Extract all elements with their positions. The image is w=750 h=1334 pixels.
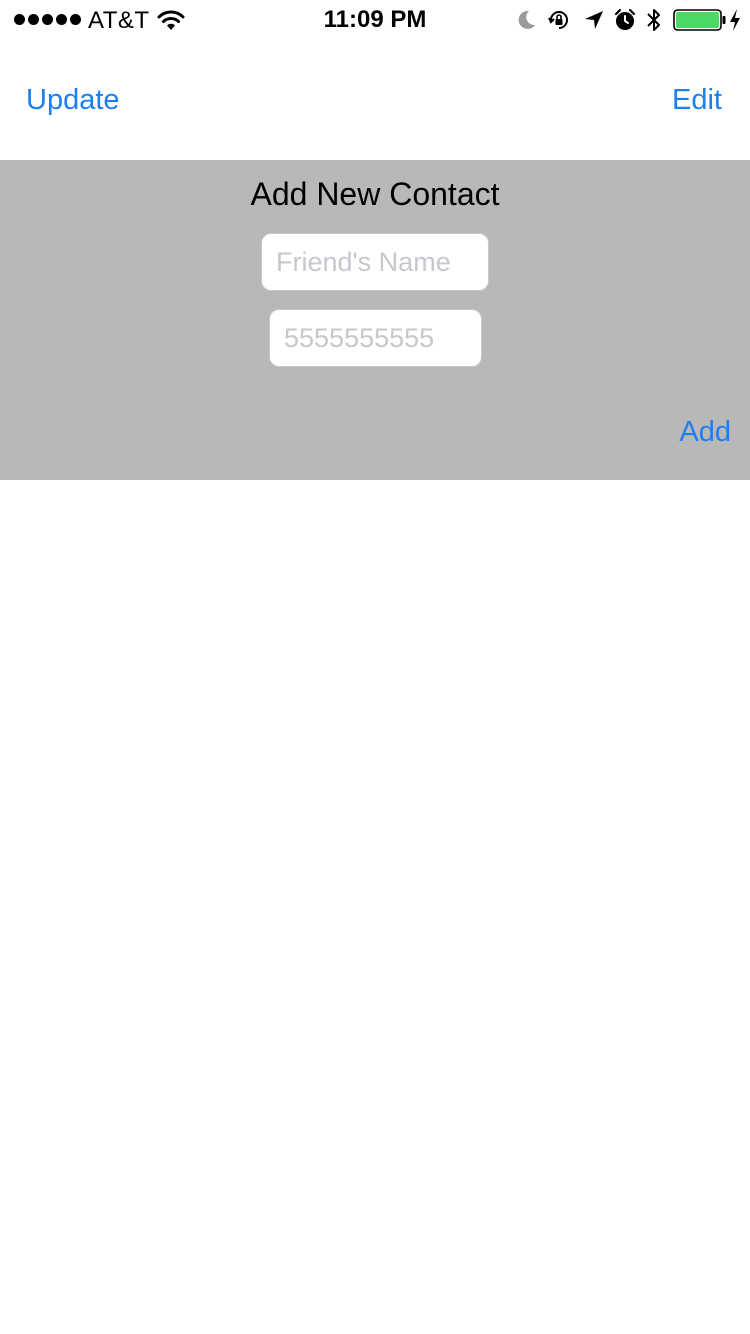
status-bar: AT&T 11:09 PM: [0, 0, 750, 40]
clock: 11:09 PM: [323, 6, 427, 33]
contact-list: [0, 480, 750, 1334]
friend-name-input[interactable]: [261, 233, 489, 291]
location-icon: [585, 11, 603, 29]
bluetooth-icon: [647, 9, 660, 31]
alarm-icon: [614, 8, 636, 30]
edit-button[interactable]: Edit: [672, 84, 722, 117]
add-contact-panel: Add New Contact Add: [0, 160, 750, 480]
add-button[interactable]: Add: [679, 416, 731, 449]
panel-title: Add New Contact: [250, 176, 500, 212]
rotation-lock-icon: [548, 11, 568, 29]
charging-icon: [730, 9, 740, 31]
battery-icon: [673, 9, 726, 31]
moon-icon: [518, 10, 535, 29]
update-button[interactable]: Update: [26, 84, 120, 117]
navigation-bar: Update Edit: [0, 40, 750, 160]
phone-number-input[interactable]: [269, 309, 482, 367]
